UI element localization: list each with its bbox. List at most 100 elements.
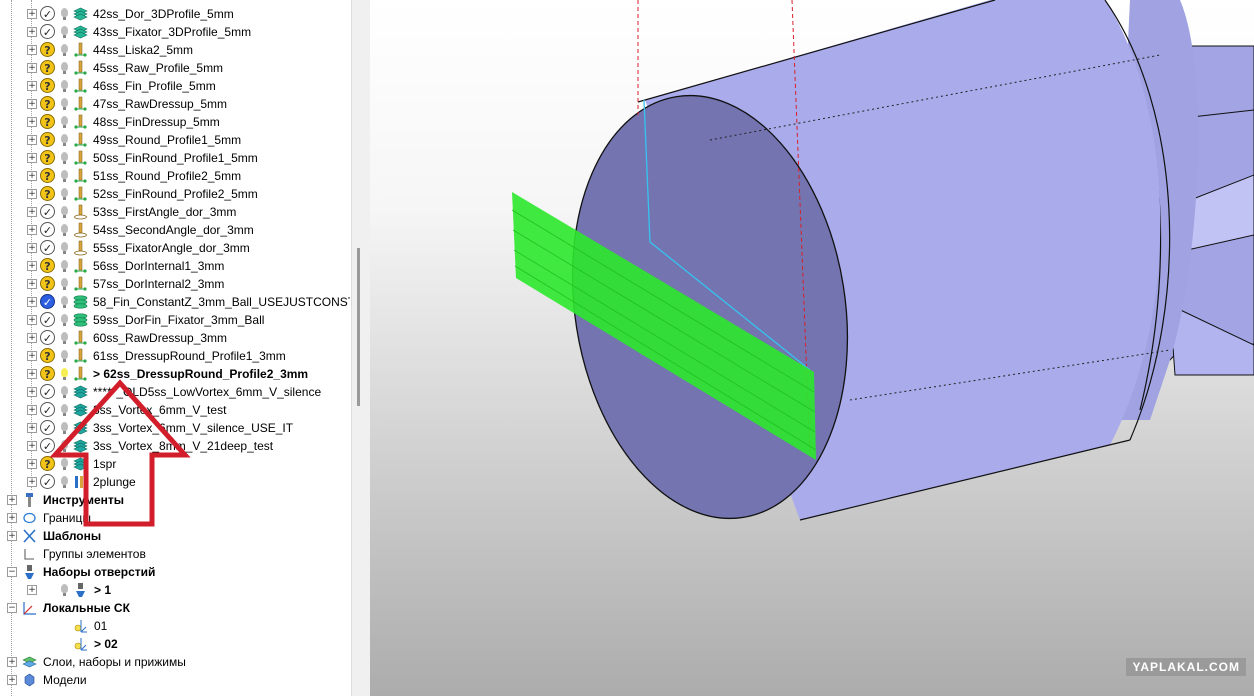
- toolpath-row[interactable]: + ✓ 53ss_FirstAngle_dor_3mm: [0, 203, 350, 221]
- toolpath-row[interactable]: +? 49ss_Round_Profile1_5mm: [0, 131, 350, 149]
- light-bulb-icon[interactable]: [61, 134, 68, 146]
- toolpath-row[interactable]: +? 44ss_Liska2_5mm: [0, 41, 350, 59]
- tree-section-row[interactable]: − Наборы отверстий: [0, 563, 350, 581]
- expand-toggle[interactable]: +: [27, 135, 37, 145]
- expand-toggle[interactable]: +: [27, 171, 37, 181]
- light-bulb-icon[interactable]: [61, 422, 68, 434]
- explorer-tree[interactable]: + ✓ 42ss_Dor_3DProfile_5mm + ✓ 43ss_Fixator…: [0, 0, 350, 696]
- expand-toggle[interactable]: +: [27, 315, 37, 325]
- toolpath-row[interactable]: + ✓ 55ss_FixatorAngle_dor_3mm: [0, 239, 350, 257]
- tree-section-row[interactable]: + > 1: [0, 581, 350, 599]
- light-bulb-icon[interactable]: [61, 440, 68, 452]
- tree-section-row[interactable]: > 02: [0, 635, 350, 653]
- light-bulb-icon[interactable]: [61, 44, 68, 56]
- light-bulb-icon[interactable]: [61, 62, 68, 74]
- light-bulb-icon[interactable]: [61, 584, 68, 596]
- expand-toggle[interactable]: +: [27, 297, 37, 307]
- expand-toggle[interactable]: +: [27, 153, 37, 163]
- expand-toggle[interactable]: +: [27, 243, 37, 253]
- expand-toggle[interactable]: −: [7, 567, 17, 577]
- tree-section-row[interactable]: − Локальные СК: [0, 599, 350, 617]
- light-bulb-icon[interactable]: [61, 188, 68, 200]
- expand-toggle[interactable]: +: [7, 531, 17, 541]
- light-bulb-icon[interactable]: [61, 26, 68, 38]
- light-bulb-icon[interactable]: [61, 116, 68, 128]
- model-canvas[interactable]: [370, 0, 1254, 696]
- expand-toggle[interactable]: +: [27, 261, 37, 271]
- light-bulb-icon[interactable]: [61, 224, 68, 236]
- expand-toggle[interactable]: +: [27, 99, 37, 109]
- light-bulb-icon[interactable]: [61, 368, 68, 380]
- toolpath-row[interactable]: + ✓ 2plunge: [0, 473, 350, 491]
- light-bulb-icon[interactable]: [61, 332, 68, 344]
- tree-section-row[interactable]: + Слои, наборы и прижимы: [0, 653, 350, 671]
- expand-toggle[interactable]: +: [27, 459, 37, 469]
- toolpath-row[interactable]: +? 1spr: [0, 455, 350, 473]
- expand-toggle[interactable]: +: [27, 45, 37, 55]
- light-bulb-icon[interactable]: [61, 350, 68, 362]
- toolpath-row[interactable]: +? 51ss_Round_Profile2_5mm: [0, 167, 350, 185]
- toolpath-row[interactable]: + ✓ 3ss_Vortex_8mm_V_21deep_test: [0, 437, 350, 455]
- toolpath-row[interactable]: + ✓ 54ss_SecondAngle_dor_3mm: [0, 221, 350, 239]
- light-bulb-icon[interactable]: [61, 476, 68, 488]
- expand-toggle[interactable]: +: [27, 207, 37, 217]
- light-bulb-icon[interactable]: [61, 206, 68, 218]
- toolpath-row[interactable]: + ✓ 3ss_Vortex_6mm_V_test: [0, 401, 350, 419]
- expand-toggle[interactable]: +: [7, 513, 17, 523]
- light-bulb-icon[interactable]: [61, 8, 68, 20]
- toolpath-row[interactable]: + ✓ 43ss_Fixator_3DProfile_5mm: [0, 23, 350, 41]
- expand-toggle[interactable]: −: [7, 603, 17, 613]
- light-bulb-icon[interactable]: [61, 296, 68, 308]
- tree-section-row[interactable]: + Инструменты: [0, 491, 350, 509]
- graphics-viewport[interactable]: YAPLAKAL.COM: [370, 0, 1254, 696]
- light-bulb-icon[interactable]: [61, 458, 68, 470]
- toolpath-row[interactable]: + ✓ 58_Fin_ConstantZ_3mm_Ball_USEJUSTCONS…: [0, 293, 350, 311]
- expand-toggle[interactable]: +: [27, 225, 37, 235]
- expand-toggle[interactable]: +: [27, 117, 37, 127]
- light-bulb-icon[interactable]: [61, 386, 68, 398]
- expand-toggle[interactable]: +: [27, 387, 37, 397]
- toolpath-row[interactable]: +? 45ss_Raw_Profile_5mm: [0, 59, 350, 77]
- toolpath-row[interactable]: +? 61ss_DressupRound_Profile1_3mm: [0, 347, 350, 365]
- expand-toggle[interactable]: +: [27, 189, 37, 199]
- expand-toggle[interactable]: +: [7, 657, 17, 667]
- light-bulb-icon[interactable]: [61, 152, 68, 164]
- light-bulb-icon[interactable]: [61, 404, 68, 416]
- toolpath-row[interactable]: +? 46ss_Fin_Profile_5mm: [0, 77, 350, 95]
- toolpath-row[interactable]: +? 52ss_FinRound_Profile2_5mm: [0, 185, 350, 203]
- expand-toggle[interactable]: +: [7, 675, 17, 685]
- expand-toggle[interactable]: +: [7, 495, 17, 505]
- toolpath-row[interactable]: + ✓ 42ss_Dor_3DProfile_5mm: [0, 5, 350, 23]
- light-bulb-icon[interactable]: [61, 80, 68, 92]
- scrollbar-thumb[interactable]: [357, 248, 360, 406]
- tree-section-row[interactable]: + Шаблоны: [0, 527, 350, 545]
- expand-toggle[interactable]: +: [27, 279, 37, 289]
- tree-section-row[interactable]: + Границы: [0, 509, 350, 527]
- tree-section-row[interactable]: + Модели: [0, 671, 350, 689]
- light-bulb-icon[interactable]: [61, 314, 68, 326]
- toolpath-row[interactable]: +? > 62ss_DressupRound_Profile2_3mm: [0, 365, 350, 383]
- toolpath-row[interactable]: +? 47ss_RawDressup_5mm: [0, 95, 350, 113]
- expand-toggle[interactable]: +: [27, 27, 37, 37]
- tree-section-row[interactable]: 01: [0, 617, 350, 635]
- expand-toggle[interactable]: +: [27, 477, 37, 487]
- expand-toggle[interactable]: +: [27, 333, 37, 343]
- toolpath-row[interactable]: +? 56ss_DorInternal1_3mm: [0, 257, 350, 275]
- toolpath-row[interactable]: +? 48ss_FinDressup_5mm: [0, 113, 350, 131]
- toolpath-row[interactable]: +? 57ss_DorInternal2_3mm: [0, 275, 350, 293]
- toolpath-row[interactable]: + ✓ *****_OLD5ss_LowVortex_6mm_V_silence: [0, 383, 350, 401]
- light-bulb-icon[interactable]: [61, 242, 68, 254]
- light-bulb-icon[interactable]: [61, 260, 68, 272]
- expand-toggle[interactable]: +: [27, 9, 37, 19]
- expand-toggle[interactable]: +: [27, 63, 37, 73]
- light-bulb-icon[interactable]: [61, 98, 68, 110]
- expand-toggle[interactable]: +: [27, 423, 37, 433]
- toolpath-row[interactable]: + ✓ 59ss_DorFin_Fixator_3mm_Ball: [0, 311, 350, 329]
- toolpath-row[interactable]: +? 50ss_FinRound_Profile1_5mm: [0, 149, 350, 167]
- light-bulb-icon[interactable]: [61, 170, 68, 182]
- expand-toggle[interactable]: +: [27, 369, 37, 379]
- tree-section-row[interactable]: Группы элементов: [0, 545, 350, 563]
- light-bulb-icon[interactable]: [61, 278, 68, 290]
- tree-scrollbar[interactable]: [351, 0, 371, 696]
- expand-toggle[interactable]: +: [27, 405, 37, 415]
